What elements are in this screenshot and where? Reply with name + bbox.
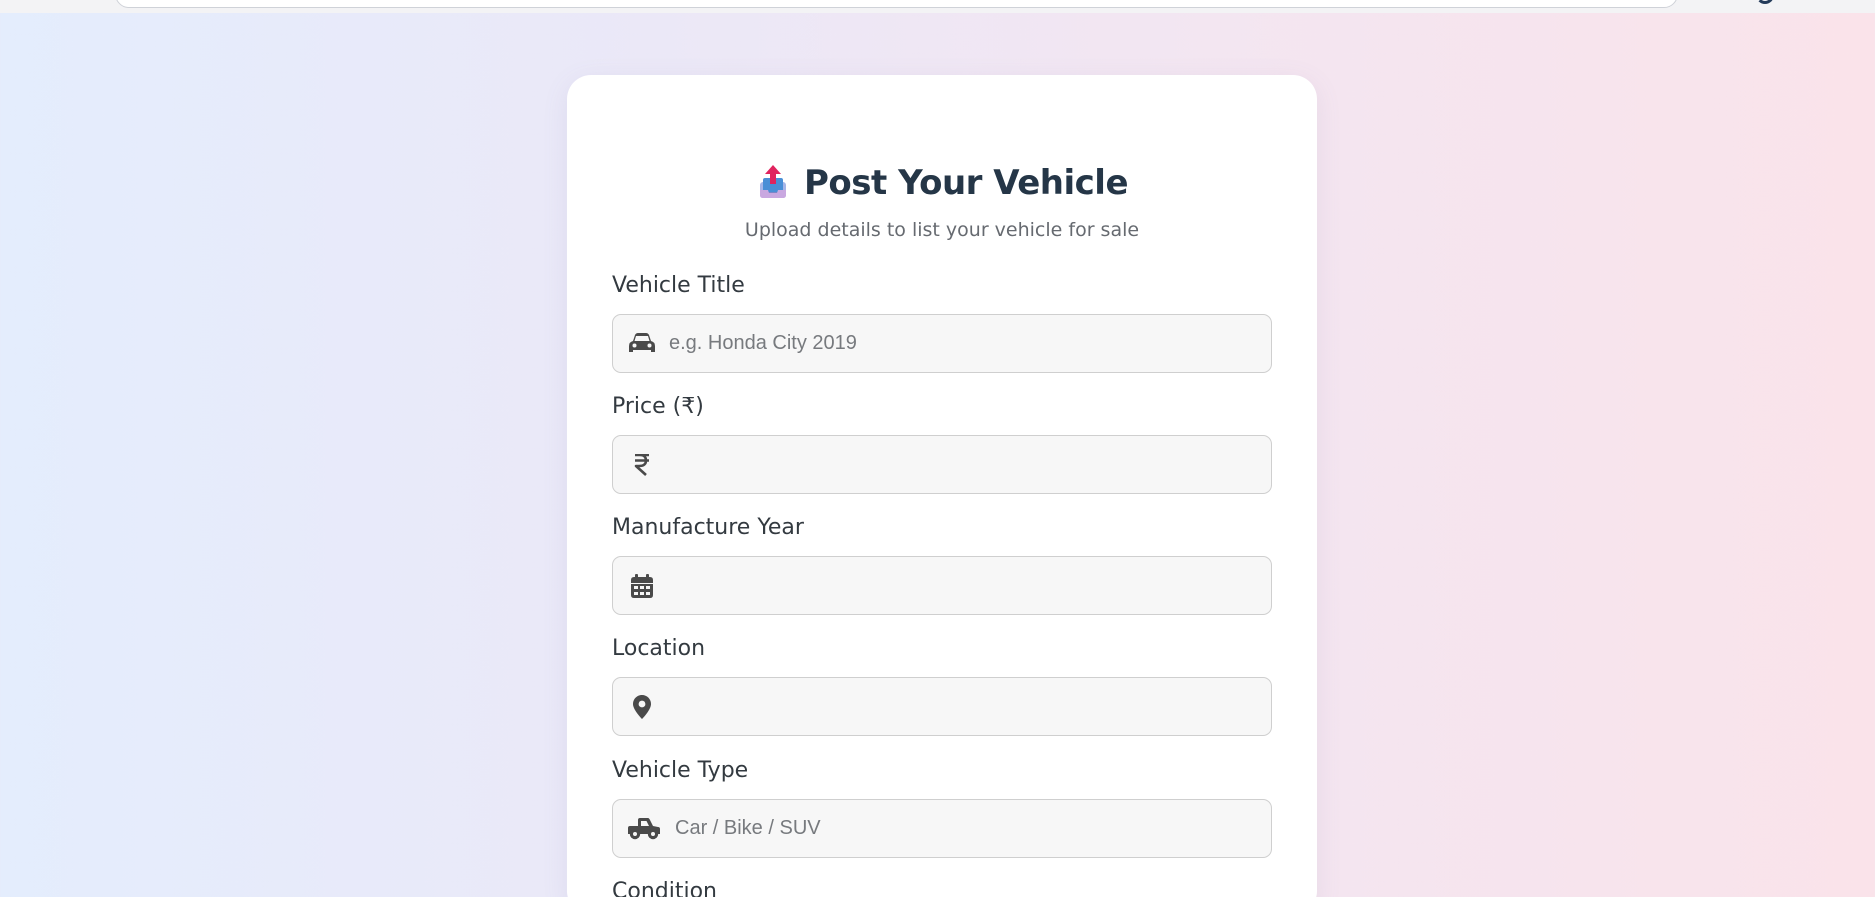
vehicle-type-label: Vehicle Type — [612, 758, 749, 783]
price-label: Price (₹) — [612, 394, 704, 419]
post-vehicle-card: Post Your Vehicle Upload details to list… — [567, 75, 1317, 897]
price-input[interactable] — [669, 436, 1259, 493]
outbox-tray-icon — [756, 164, 790, 202]
form-header: Post Your Vehicle — [567, 155, 1317, 211]
page-subtitle: Upload details to list your vehicle for … — [744, 219, 1140, 241]
address-bar[interactable] — [115, 0, 1678, 8]
vehicle-type-field[interactable] — [612, 799, 1272, 858]
location-field[interactable] — [612, 677, 1272, 736]
vehicle-title-label: Vehicle Title — [612, 273, 745, 298]
vehicle-type-input[interactable] — [675, 800, 1265, 857]
manufacture-year-field[interactable] — [612, 556, 1272, 615]
manufacture-year-label: Manufacture Year — [612, 515, 804, 540]
rupee-icon — [627, 436, 657, 493]
manufacture-year-input[interactable] — [669, 557, 1259, 614]
condition-label: Condition — [612, 879, 717, 897]
price-field[interactable] — [612, 435, 1272, 494]
vehicle-title-field[interactable] — [612, 314, 1272, 373]
browser-top-bar — [0, 0, 1875, 13]
profile-icon[interactable] — [1756, 0, 1774, 4]
calendar-icon — [627, 557, 657, 614]
map-pin-icon — [627, 678, 657, 735]
location-input[interactable] — [669, 678, 1259, 735]
truck-pickup-icon — [627, 800, 661, 857]
location-label: Location — [612, 636, 706, 661]
car-icon — [627, 315, 657, 372]
vehicle-title-input[interactable] — [669, 315, 1259, 372]
page-title: Post Your Vehicle — [803, 163, 1129, 203]
